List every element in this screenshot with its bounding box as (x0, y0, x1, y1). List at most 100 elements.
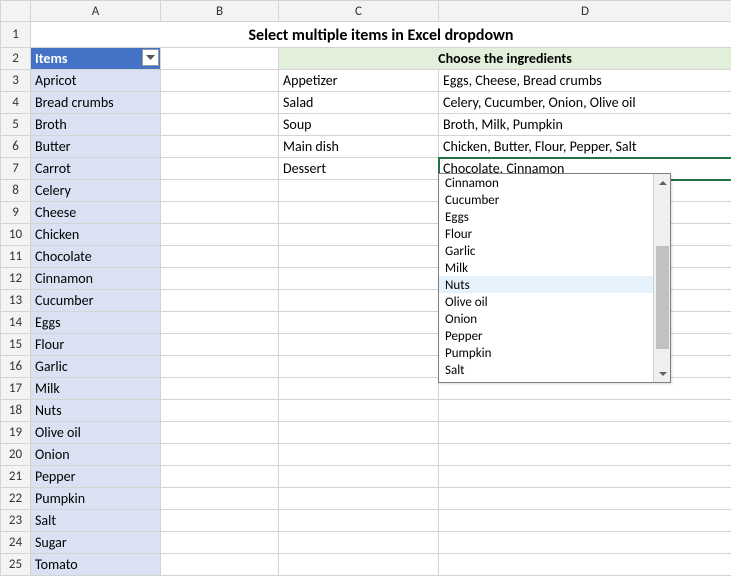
ingredients-cell[interactable]: Chicken, Butter, Flour, Pepper, Salt (439, 136, 731, 158)
cell[interactable] (279, 268, 439, 290)
cell[interactable] (161, 356, 279, 378)
cell[interactable] (161, 70, 279, 92)
cell[interactable] (279, 510, 439, 532)
cell[interactable] (279, 532, 439, 554)
cell[interactable] (161, 268, 279, 290)
cell[interactable] (161, 114, 279, 136)
row-header[interactable]: 2 (1, 48, 31, 70)
row-header[interactable]: 23 (1, 510, 31, 532)
dropdown-scrollbar[interactable] (653, 174, 670, 382)
dropdown-item[interactable]: Nuts (439, 276, 655, 293)
cell[interactable] (161, 312, 279, 334)
cell[interactable] (279, 356, 439, 378)
cell[interactable] (439, 466, 731, 488)
items-cell[interactable]: Chocolate (31, 246, 161, 268)
row-header[interactable]: 9 (1, 202, 31, 224)
row-header[interactable]: 8 (1, 180, 31, 202)
cell[interactable] (439, 422, 731, 444)
corner-cell[interactable] (1, 1, 31, 22)
row-header[interactable]: 16 (1, 356, 31, 378)
cell[interactable] (161, 422, 279, 444)
col-header-D[interactable]: D (439, 1, 731, 22)
dropdown-item[interactable]: Flour (439, 225, 655, 242)
items-cell[interactable]: Apricot (31, 70, 161, 92)
dropdown-item[interactable]: Pepper (439, 327, 655, 344)
items-cell[interactable]: Nuts (31, 400, 161, 422)
cell[interactable] (279, 180, 439, 202)
cell[interactable] (439, 400, 731, 422)
ingredients-cell[interactable]: Celery, Cucumber, Onion, Olive oil (439, 92, 731, 114)
row-header[interactable]: 17 (1, 378, 31, 400)
row-header[interactable]: 5 (1, 114, 31, 136)
scroll-down-icon[interactable] (654, 365, 671, 382)
cell[interactable] (279, 378, 439, 400)
dropdown-item[interactable]: Salt (439, 361, 655, 378)
row-header[interactable]: 15 (1, 334, 31, 356)
dropdown-item[interactable]: Pumpkin (439, 344, 655, 361)
items-cell[interactable]: Pumpkin (31, 488, 161, 510)
cell[interactable] (439, 532, 731, 554)
items-cell[interactable]: Broth (31, 114, 161, 136)
cell[interactable] (161, 246, 279, 268)
items-cell[interactable]: Sugar (31, 532, 161, 554)
dropdown-item[interactable]: Milk (439, 259, 655, 276)
scroll-up-icon[interactable] (654, 174, 671, 191)
cell[interactable] (161, 92, 279, 114)
cell[interactable] (279, 202, 439, 224)
dish-name-cell[interactable]: Appetizer (279, 70, 439, 92)
cell[interactable] (279, 422, 439, 444)
items-cell[interactable]: Garlic (31, 356, 161, 378)
row-header[interactable]: 20 (1, 444, 31, 466)
cell[interactable] (279, 400, 439, 422)
items-header-cell[interactable]: Items (31, 48, 161, 70)
items-cell[interactable]: Eggs (31, 312, 161, 334)
cell[interactable] (279, 444, 439, 466)
items-cell[interactable]: Butter (31, 136, 161, 158)
row-header[interactable]: 12 (1, 268, 31, 290)
cell[interactable] (439, 554, 731, 576)
dropdown-item[interactable]: Onion (439, 310, 655, 327)
items-cell[interactable]: Olive oil (31, 422, 161, 444)
cell[interactable] (161, 466, 279, 488)
dropdown-item[interactable]: Cinnamon (439, 174, 655, 191)
row-header[interactable]: 3 (1, 70, 31, 92)
scroll-thumb[interactable] (656, 246, 669, 349)
cell[interactable] (279, 312, 439, 334)
items-cell[interactable]: Flour (31, 334, 161, 356)
items-cell[interactable]: Cinnamon (31, 268, 161, 290)
col-header-C[interactable]: C (279, 1, 439, 22)
items-cell[interactable]: Tomato (31, 554, 161, 576)
row-header[interactable]: 4 (1, 92, 31, 114)
cell[interactable] (279, 334, 439, 356)
cell[interactable] (161, 158, 279, 180)
cell[interactable] (161, 224, 279, 246)
dropdown-item[interactable]: Garlic (439, 242, 655, 259)
cell[interactable] (161, 180, 279, 202)
items-cell[interactable]: Cheese (31, 202, 161, 224)
cell[interactable] (279, 488, 439, 510)
cell[interactable] (161, 532, 279, 554)
items-cell[interactable]: Celery (31, 180, 161, 202)
row-header[interactable]: 13 (1, 290, 31, 312)
cell[interactable] (161, 554, 279, 576)
cell[interactable] (161, 202, 279, 224)
items-cell[interactable]: Milk (31, 378, 161, 400)
cell[interactable] (161, 290, 279, 312)
ingredients-cell[interactable]: Eggs, Cheese, Bread crumbs (439, 70, 731, 92)
row-header[interactable]: 24 (1, 532, 31, 554)
dish-name-cell[interactable]: Main dish (279, 136, 439, 158)
row-header[interactable]: 10 (1, 224, 31, 246)
cell[interactable] (161, 400, 279, 422)
row-header[interactable]: 18 (1, 400, 31, 422)
row-header[interactable]: 19 (1, 422, 31, 444)
cell[interactable] (161, 378, 279, 400)
cell[interactable] (279, 466, 439, 488)
row-header[interactable]: 21 (1, 466, 31, 488)
cell[interactable] (161, 334, 279, 356)
cell[interactable] (161, 444, 279, 466)
cell[interactable] (279, 246, 439, 268)
cell[interactable] (439, 444, 731, 466)
ingredients-cell[interactable]: Broth, Milk, Pumpkin (439, 114, 731, 136)
items-cell[interactable]: Onion (31, 444, 161, 466)
cell[interactable] (439, 510, 731, 532)
